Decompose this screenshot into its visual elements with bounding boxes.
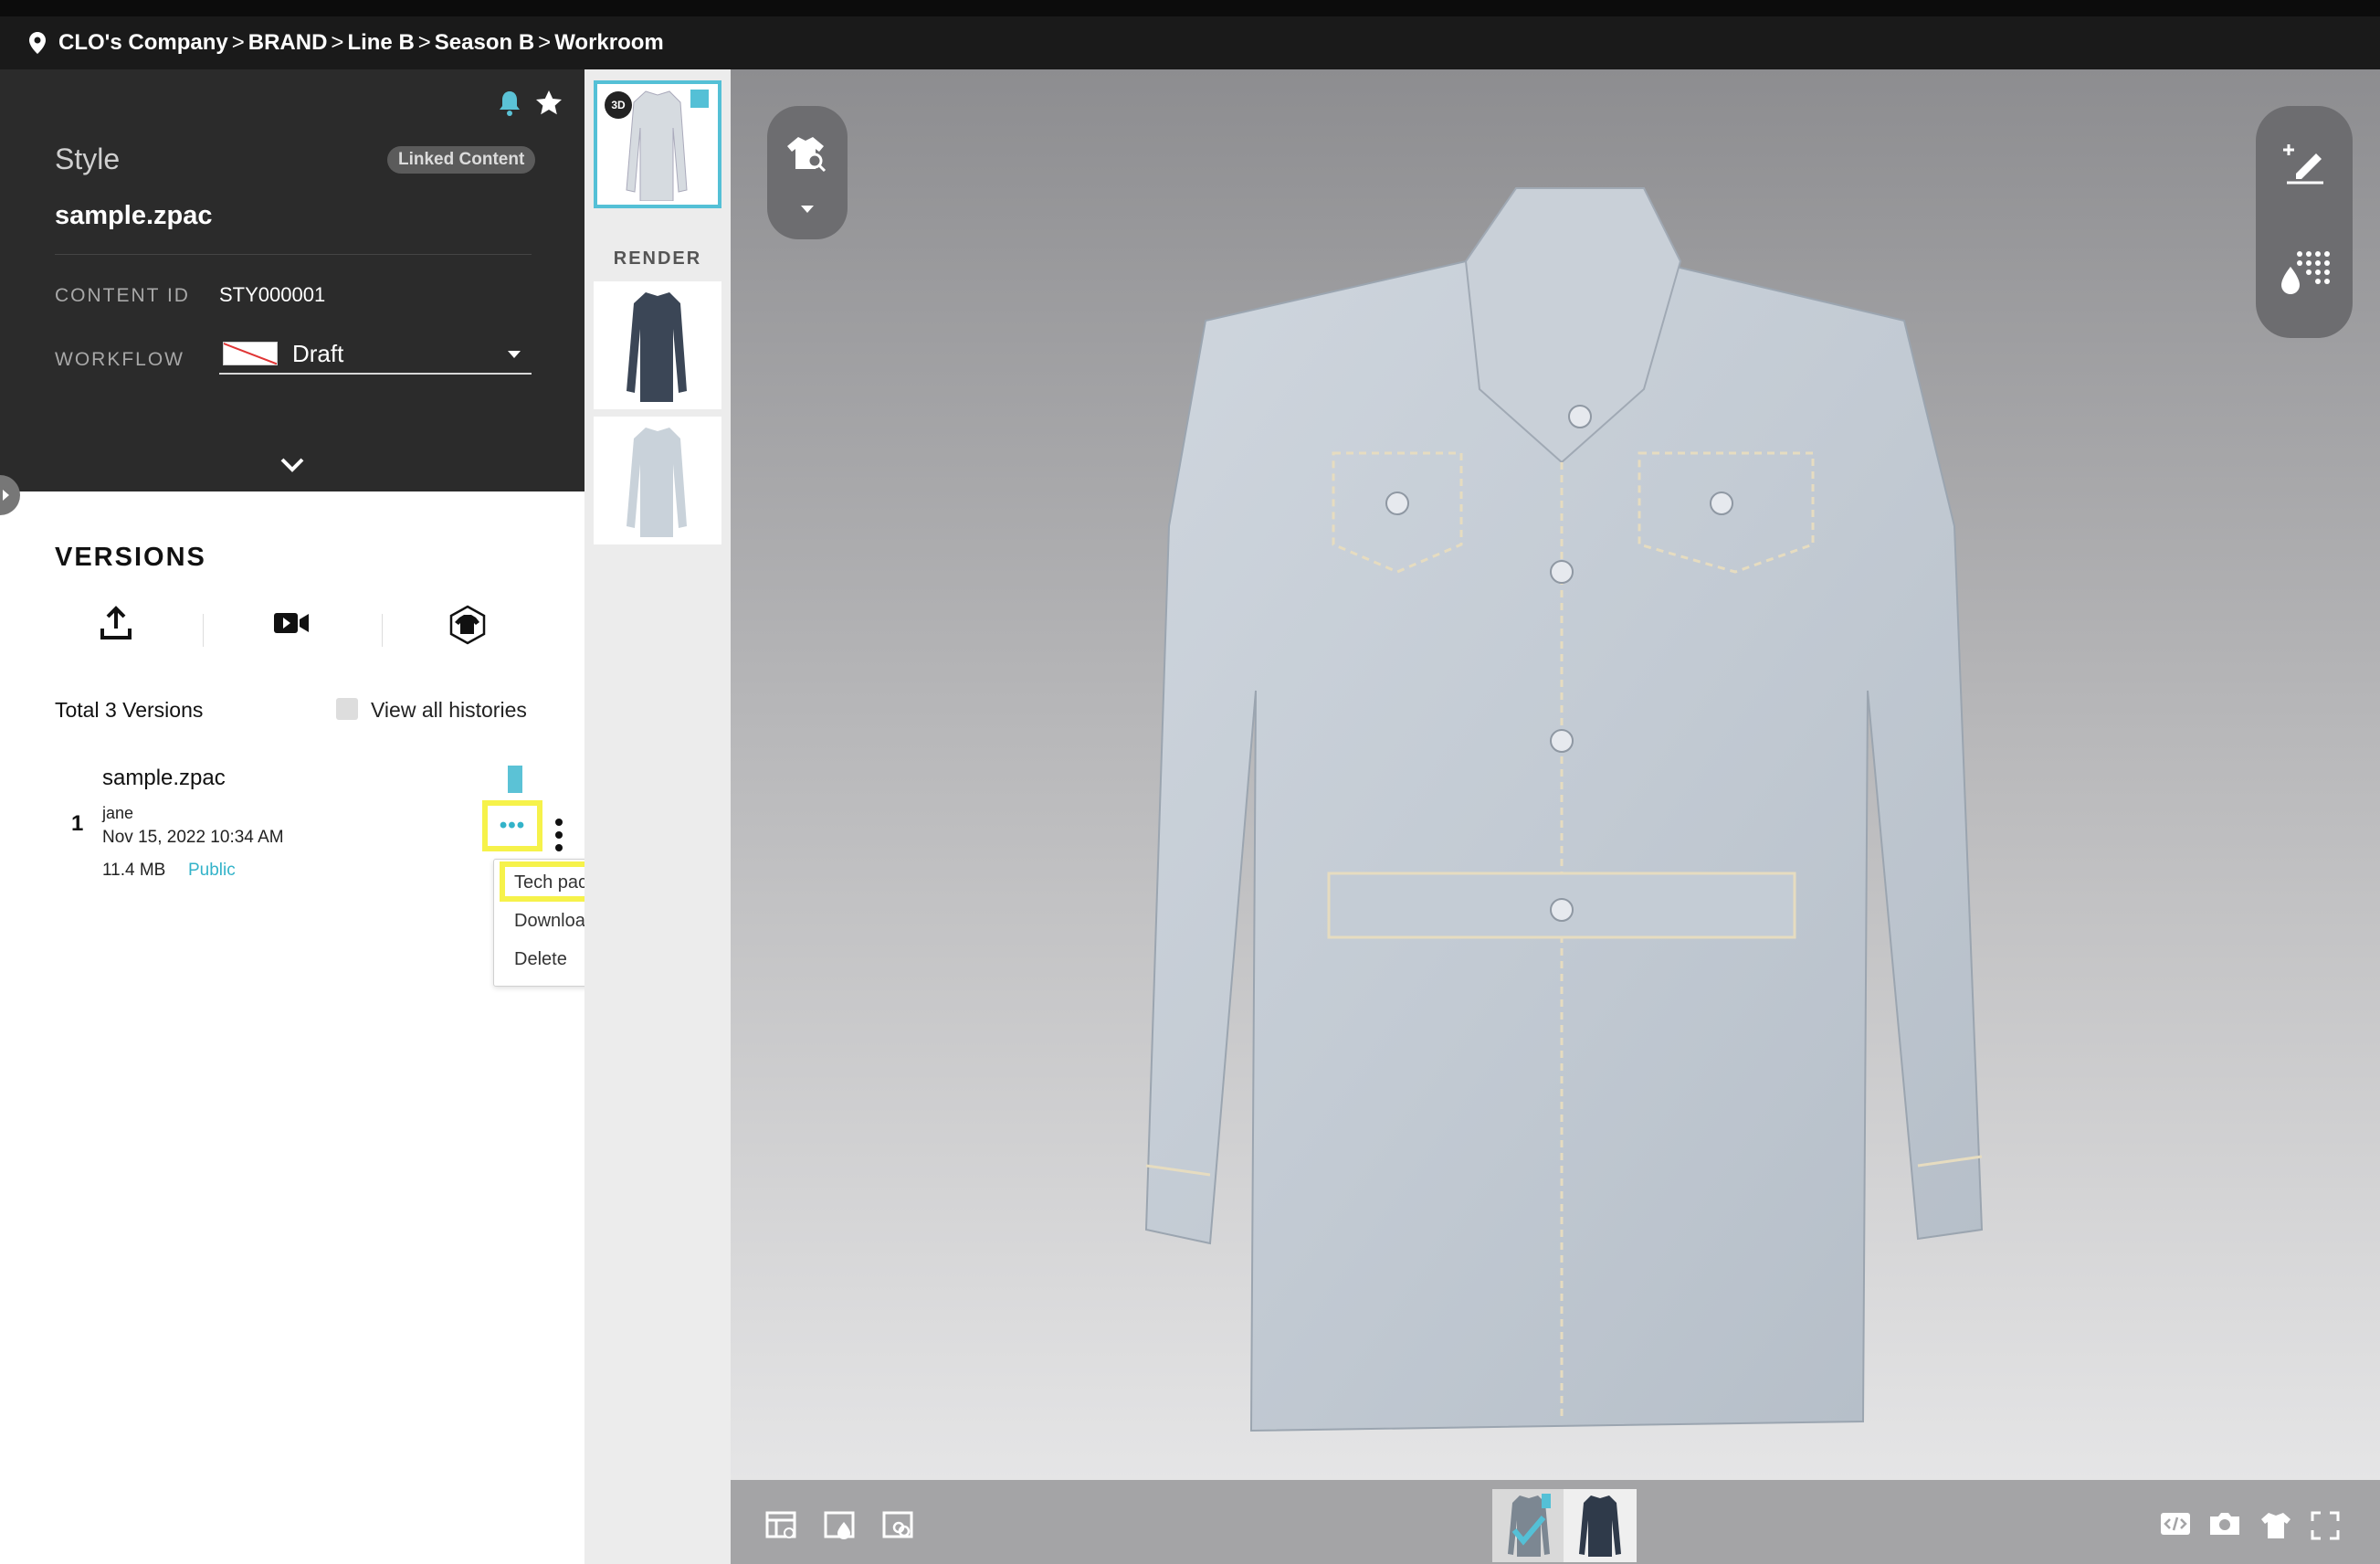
breadcrumb-separator: >: [417, 30, 431, 55]
garment-3d-model[interactable]: [1132, 179, 1991, 1458]
view-all-histories-checkbox[interactable]: [336, 698, 358, 720]
upload-icon[interactable]: [99, 605, 133, 641]
star-icon[interactable]: [535, 90, 563, 117]
breadcrumb-item-line[interactable]: Line B: [347, 30, 414, 56]
selected-marker: [690, 90, 709, 108]
version-tag-marker: [508, 766, 522, 793]
window-top-strip: [0, 0, 2380, 16]
thumbnail-3d-selected[interactable]: 3D: [594, 80, 721, 208]
workflow-select[interactable]: Draft: [219, 334, 532, 375]
fullscreen-icon[interactable]: [2311, 1511, 2340, 1540]
caret-down-icon: [801, 206, 814, 213]
render-label: RENDER: [613, 248, 702, 269]
more-options-button[interactable]: •••: [482, 800, 542, 851]
garment-search-tool[interactable]: [767, 106, 848, 239]
style-title: Style: [55, 143, 121, 175]
garment-3d-icon[interactable]: [448, 605, 488, 645]
breadcrumb-item-workroom[interactable]: Workroom: [554, 30, 664, 56]
chevron-down-icon[interactable]: [279, 457, 305, 473]
breadcrumb-separator: >: [231, 30, 245, 55]
breadcrumb-item-brand[interactable]: BRAND: [248, 30, 328, 56]
bell-icon[interactable]: [497, 90, 522, 117]
add-annotation-icon[interactable]: [2281, 139, 2329, 186]
menu-item-delete[interactable]: Delete: [514, 949, 567, 970]
badge-3d: 3D: [605, 91, 632, 119]
breadcrumb-separator: >: [331, 30, 344, 55]
style-info-panel: Style Linked Content sample.zpac CONTENT…: [0, 69, 584, 515]
linked-content-badge: Linked Content: [387, 146, 536, 174]
toolbar-divider: [203, 614, 204, 647]
render-thumbnail-dark[interactable]: [594, 281, 721, 409]
garment-capture-icon[interactable]: [2259, 1511, 2292, 1540]
video-icon[interactable]: [272, 605, 311, 641]
thumbnail-strip: 3D RENDER: [584, 69, 731, 1564]
location-pin-icon: [29, 32, 46, 54]
camera-icon[interactable]: [2208, 1511, 2241, 1537]
layers-icon[interactable]: [882, 1511, 915, 1540]
versions-title: VERSIONS: [55, 543, 206, 572]
workflow-status-swatch: [223, 342, 278, 365]
version-index: 1: [71, 811, 84, 836]
annotation-toolbar: [2256, 106, 2353, 338]
toolbar-divider: [382, 614, 383, 647]
garment-thumbnail-icon: [627, 292, 687, 402]
garment-thumbnail-icon: [1508, 1494, 1551, 1557]
expand-sidebar-tab[interactable]: [0, 475, 20, 515]
breadcrumb: CLO's Company > BRAND > Line B > Season B > …: [0, 16, 2380, 69]
kebab-menu-icon[interactable]: [553, 817, 564, 857]
content-id-label: CONTENT ID: [55, 285, 190, 306]
style-file-name: sample.zpac: [55, 201, 213, 230]
colorway-thumbnail-selected[interactable]: [1492, 1489, 1565, 1562]
workflow-label: WORKFLOW: [55, 349, 184, 370]
version-date: Nov 15, 2022 10:34 AM: [102, 828, 284, 847]
fabric-colorway-icon[interactable]: [2280, 247, 2331, 298]
version-size: 11.4 MB: [102, 861, 166, 880]
garment-thumbnail-icon: [627, 428, 687, 537]
colorway-icon[interactable]: [824, 1511, 857, 1540]
view-all-histories-label[interactable]: View all histories: [371, 698, 527, 723]
garment-search-icon: [787, 137, 827, 173]
breadcrumb-separator: >: [538, 30, 552, 55]
colorway-thumbnail-dark[interactable]: [1564, 1489, 1637, 1562]
total-versions: Total 3 Versions: [55, 698, 204, 722]
dropdown-caret-icon: [508, 351, 521, 358]
embed-code-icon[interactable]: [2159, 1511, 2192, 1537]
garment-thumbnail-icon: [1579, 1495, 1621, 1557]
render-thumbnail-light[interactable]: [594, 417, 721, 544]
breadcrumb-item-company[interactable]: CLO's Company: [58, 30, 228, 56]
version-user: jane: [102, 804, 134, 822]
version-file-name: sample.zpac: [102, 766, 226, 790]
version-visibility[interactable]: Public: [188, 861, 236, 881]
workflow-value: Draft: [292, 339, 344, 367]
table-settings-icon[interactable]: [765, 1511, 798, 1540]
divider: [55, 254, 532, 255]
breadcrumb-item-season[interactable]: Season B: [435, 30, 534, 56]
garment-thumbnail-icon: [626, 90, 688, 201]
content-id-value: STY000001: [219, 283, 326, 306]
